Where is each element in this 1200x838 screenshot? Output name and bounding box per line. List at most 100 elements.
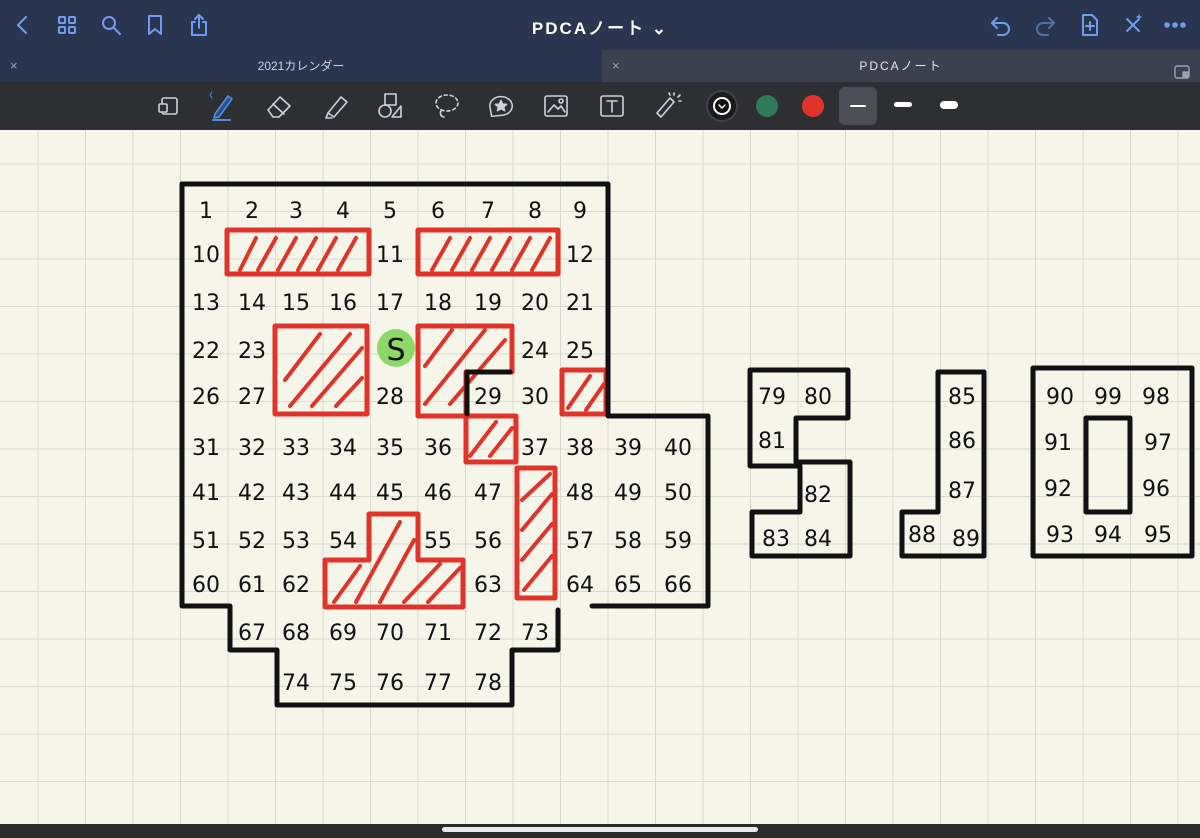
redo-icon[interactable] xyxy=(1030,10,1060,40)
cell-number: 31 xyxy=(192,436,220,461)
cell-number: 91 xyxy=(1044,431,1072,456)
lasso-icon[interactable] xyxy=(432,91,462,121)
cell-number: 55 xyxy=(424,529,452,554)
laser-pointer-icon[interactable] xyxy=(652,91,682,121)
cell-number: 10 xyxy=(192,243,220,268)
tab-pdca-note[interactable]: × PDCAノート xyxy=(602,50,1200,82)
cell-number: 92 xyxy=(1044,477,1072,502)
tab-calendar[interactable]: × 2021カレンダー xyxy=(0,50,602,82)
cell-number: 81 xyxy=(758,429,786,454)
highlighter-icon[interactable] xyxy=(322,91,352,121)
pen-icon[interactable] xyxy=(208,91,238,121)
zoom-window-icon[interactable] xyxy=(154,91,184,121)
cell-number: 1 xyxy=(199,199,213,224)
tab-close-icon[interactable]: × xyxy=(612,50,620,82)
cell-number: 73 xyxy=(521,621,549,646)
cell-number: 79 xyxy=(758,385,786,410)
color-swatch-red[interactable] xyxy=(802,95,824,117)
cell-number: 5 xyxy=(383,199,397,224)
cell-number: 90 xyxy=(1046,385,1074,410)
cell-number: 39 xyxy=(614,436,642,461)
cell-number: 58 xyxy=(614,529,642,554)
cell-number: 29 xyxy=(474,385,502,410)
tab-close-icon[interactable]: × xyxy=(10,50,18,82)
tab-label: PDCAノート xyxy=(859,59,943,73)
cell-number: 25 xyxy=(566,339,594,364)
note-canvas[interactable]: S 1 2 3 4 5 6 7 8 9 10 11 12 13 14 15 16 17 18 19 20 21 22 23 2… xyxy=(0,130,1200,824)
top-nav-bar: PDCAノート ⌄ xyxy=(0,0,1200,50)
tab-label: 2021カレンダー xyxy=(257,59,345,73)
undo-icon[interactable] xyxy=(986,10,1016,40)
more-icon[interactable] xyxy=(1160,10,1190,40)
cell-number: 44 xyxy=(329,481,357,506)
cell-number: 59 xyxy=(664,529,692,554)
cell-number: 42 xyxy=(238,481,266,506)
cell-number: 46 xyxy=(424,481,452,506)
eraser-icon[interactable] xyxy=(264,91,294,121)
start-label: S xyxy=(386,333,405,368)
text-tool-icon[interactable] xyxy=(597,91,627,121)
cell-number: 45 xyxy=(376,481,404,506)
cell-number: 34 xyxy=(329,436,357,461)
cell-number: 16 xyxy=(329,291,357,316)
blocked-area xyxy=(322,511,466,610)
cell-number: 66 xyxy=(664,573,692,598)
cell-number: 96 xyxy=(1142,477,1170,502)
tab-bar: × 2021カレンダー × PDCAノート xyxy=(0,50,1200,82)
stroke-medium-button[interactable] xyxy=(894,102,912,107)
color-swatch-green[interactable] xyxy=(756,95,778,117)
cell-number: 63 xyxy=(474,573,502,598)
stroke-thin-button[interactable] xyxy=(839,87,877,125)
document-title[interactable]: PDCAノート ⌄ xyxy=(0,14,1200,39)
cell-number: 3 xyxy=(289,199,303,224)
cell-number: 12 xyxy=(566,243,594,268)
cell-number: 75 xyxy=(329,671,357,696)
shapes-icon[interactable] xyxy=(376,91,406,121)
cell-number: 32 xyxy=(238,436,266,461)
image-icon[interactable] xyxy=(541,91,571,121)
cell-number: 11 xyxy=(376,243,404,268)
cell-number: 38 xyxy=(566,436,594,461)
cell-number: 65 xyxy=(614,573,642,598)
cell-number: 14 xyxy=(238,291,266,316)
cell-number: 37 xyxy=(521,436,549,461)
cell-number: 62 xyxy=(282,573,310,598)
cell-number: 71 xyxy=(424,621,452,646)
cell-number: 74 xyxy=(282,671,310,696)
cell-number: 51 xyxy=(192,529,220,554)
cell-number: 4 xyxy=(336,199,350,224)
elements-icon[interactable] xyxy=(486,91,516,121)
color-swatch-black[interactable] xyxy=(706,90,738,122)
cell-number: 67 xyxy=(238,621,266,646)
handwriting-layer: S 1 2 3 4 5 6 7 8 910 11 1213 14 15 16 17 18 19 20 2122 23 2… xyxy=(179,181,1195,708)
cell-number: 27 xyxy=(238,385,266,410)
cell-number: 49 xyxy=(614,481,642,506)
cell-number: 20 xyxy=(521,291,549,316)
cell-number: 53 xyxy=(282,529,310,554)
cell-number: 41 xyxy=(192,481,220,506)
cell-number: 99 xyxy=(1094,385,1122,410)
cell-number: 78 xyxy=(474,671,502,696)
cell-number: 69 xyxy=(329,621,357,646)
blocked-area xyxy=(415,227,561,277)
cell-number: 57 xyxy=(566,529,594,554)
stroke-thick-button[interactable] xyxy=(940,101,958,109)
cell-number: 33 xyxy=(282,436,310,461)
cell-number: 26 xyxy=(192,385,220,410)
cell-number: 52 xyxy=(238,529,266,554)
cell-number: 84 xyxy=(804,527,832,552)
cell-number: 72 xyxy=(474,621,502,646)
home-indicator[interactable] xyxy=(442,827,758,832)
home-indicator-area xyxy=(0,824,1200,838)
cell-number: 48 xyxy=(566,481,594,506)
cell-number: 13 xyxy=(192,291,220,316)
close-x-icon[interactable] xyxy=(1118,10,1148,40)
cell-number: 2 xyxy=(245,199,259,224)
cell-number: 6 xyxy=(431,199,445,224)
cell-number: 83 xyxy=(762,527,790,552)
cell-number: 76 xyxy=(376,671,404,696)
add-page-icon[interactable] xyxy=(1075,10,1105,40)
cell-number: 68 xyxy=(282,621,310,646)
cell-number: 70 xyxy=(376,621,404,646)
cell-number: 28 xyxy=(376,385,404,410)
